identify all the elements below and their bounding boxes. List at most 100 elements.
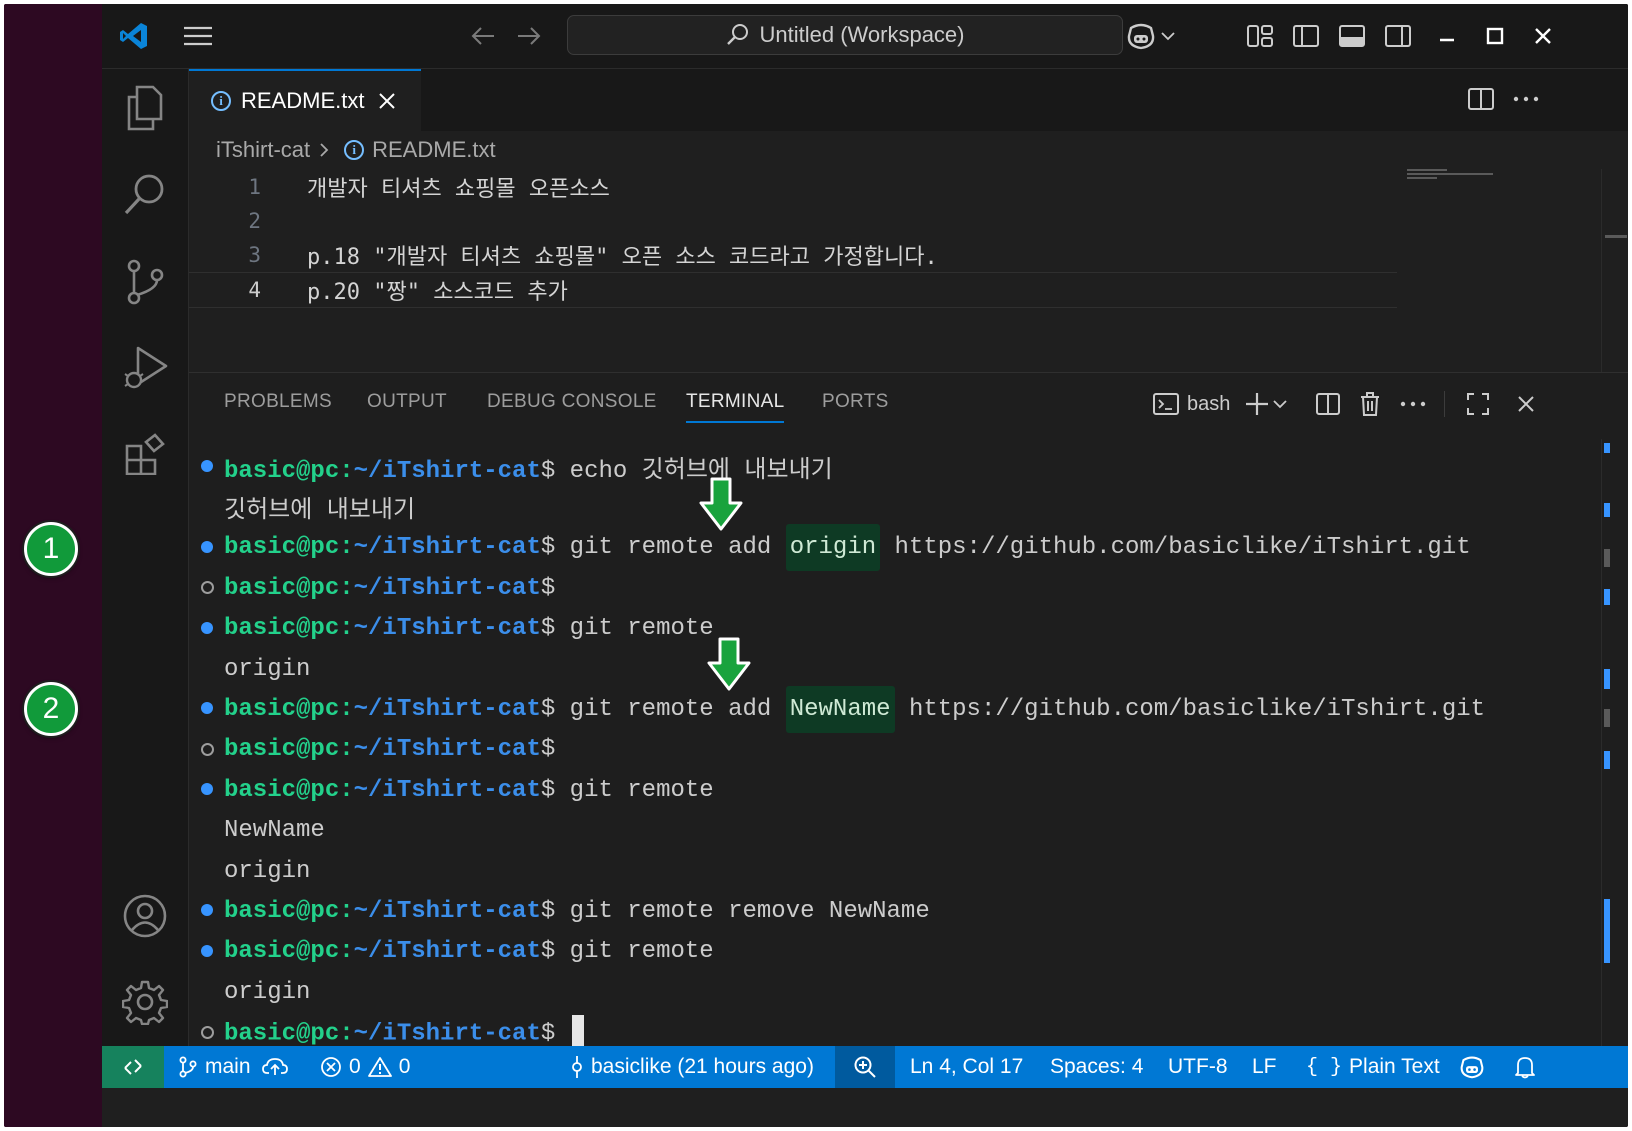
minimap[interactable] bbox=[1407, 169, 1497, 181]
prompt-user: basic@pc bbox=[224, 574, 340, 602]
command-decoration-icon[interactable] bbox=[201, 581, 214, 595]
new-terminal-button[interactable] bbox=[1245, 387, 1287, 421]
prompt-symbol: $ bbox=[540, 1019, 556, 1047]
tab-ports[interactable]: PORTS bbox=[822, 391, 889, 413]
trash-icon[interactable] bbox=[1355, 387, 1385, 421]
indentation[interactable]: Spaces: 4 bbox=[1050, 1046, 1143, 1088]
output-text: 깃허브에 내보내기 bbox=[224, 498, 416, 526]
prompt-user: basic@pc bbox=[224, 776, 340, 804]
terminal-output-line: origin bbox=[189, 851, 1539, 891]
command-decoration-icon[interactable] bbox=[201, 742, 214, 756]
prompt-colon: : bbox=[339, 574, 354, 602]
command-decoration-icon[interactable] bbox=[201, 702, 213, 715]
status-bar: main 0 0 basiclike (21 hours ago) Ln 4, … bbox=[102, 1046, 1628, 1088]
cursor-position[interactable]: Ln 4, Col 17 bbox=[910, 1046, 1023, 1088]
command-decoration-icon[interactable] bbox=[201, 621, 213, 634]
split-terminal-icon[interactable] bbox=[1313, 387, 1343, 421]
prompt-symbol: $ bbox=[540, 695, 556, 723]
prompt-colon: : bbox=[339, 615, 354, 643]
prompt-colon: : bbox=[339, 458, 354, 485]
breadcrumb-file[interactable]: README.txt bbox=[372, 137, 495, 163]
end-of-line[interactable]: LF bbox=[1252, 1046, 1277, 1088]
breadcrumb-folder[interactable]: iTshirt-cat bbox=[216, 137, 310, 163]
run-debug-icon[interactable] bbox=[120, 343, 170, 393]
language-mode[interactable]: { } Plain Text bbox=[1306, 1046, 1440, 1088]
code-line-current: 4 p.20 "짱" 소스코드 추가 bbox=[189, 272, 1397, 308]
tab-readme[interactable]: i README.txt bbox=[189, 69, 421, 131]
vscode-window: Untitled (Workspace) i README.txt iTshir… bbox=[102, 4, 1628, 1127]
annotation-arrow-down-icon bbox=[699, 477, 743, 531]
close-window-icon[interactable] bbox=[1528, 18, 1558, 54]
terminal-text: basic@pc:~/iTshirt-cat$ bbox=[224, 736, 570, 763]
copilot-menu[interactable] bbox=[1120, 18, 1180, 54]
maximize-panel-icon[interactable] bbox=[1463, 387, 1493, 421]
accounts-icon[interactable] bbox=[120, 891, 170, 941]
git-branch-icon bbox=[179, 1056, 197, 1078]
terminal-more-icon[interactable] bbox=[1397, 387, 1429, 421]
command-decoration-icon[interactable] bbox=[201, 1025, 214, 1039]
tab-debug-console[interactable]: DEBUG CONSOLE bbox=[487, 391, 657, 413]
terminal-command-line: basic@pc:~/iTshirt-cat$ bbox=[189, 568, 1539, 608]
terminal-command-line: basic@pc:~/iTshirt-cat$ echo 깃허브에 내보내기 bbox=[189, 447, 1539, 487]
settings-gear-icon[interactable] bbox=[120, 977, 170, 1027]
maximize-icon[interactable] bbox=[1480, 18, 1510, 54]
terminal-output-line: 깃허브에 내보내기 bbox=[189, 487, 1539, 527]
git-commit-icon bbox=[572, 1056, 582, 1078]
terminal-icon bbox=[1153, 393, 1179, 415]
forward-arrow-icon[interactable] bbox=[512, 18, 546, 54]
prompt-symbol: $ bbox=[540, 615, 556, 643]
customize-layout-icon[interactable] bbox=[1244, 18, 1276, 54]
back-arrow-icon[interactable] bbox=[466, 18, 500, 54]
copilot-status[interactable] bbox=[1458, 1046, 1486, 1088]
notifications-bell[interactable] bbox=[1514, 1046, 1536, 1088]
toggle-primary-sidebar-icon[interactable] bbox=[1290, 18, 1322, 54]
error-count: 0 bbox=[349, 1055, 361, 1078]
extensions-icon[interactable] bbox=[120, 429, 170, 479]
menu-icon[interactable] bbox=[180, 18, 216, 54]
zoom-indicator[interactable] bbox=[835, 1046, 895, 1088]
branch-indicator[interactable]: main bbox=[178, 1046, 288, 1088]
code-line: 2 bbox=[248, 209, 261, 233]
terminal-shell-select[interactable]: bash bbox=[1153, 387, 1230, 421]
tab-problems[interactable]: PROBLEMS bbox=[224, 391, 332, 413]
git-blame-indicator[interactable]: basiclike (21 hours ago) bbox=[570, 1046, 814, 1088]
terminal-command-line: basic@pc:~/iTshirt-cat$ git remote remov… bbox=[189, 891, 1539, 931]
toggle-secondary-sidebar-icon[interactable] bbox=[1382, 18, 1414, 54]
prompt-user: basic@pc bbox=[224, 615, 340, 643]
prompt-path: ~/iTshirt-cat bbox=[353, 695, 541, 723]
minimize-icon[interactable] bbox=[1432, 18, 1462, 54]
copilot-icon bbox=[1460, 1056, 1484, 1079]
source-control-icon[interactable] bbox=[120, 257, 170, 307]
prompt-path: ~/iTshirt-cat bbox=[353, 574, 541, 602]
command-center-search[interactable]: Untitled (Workspace) bbox=[567, 15, 1123, 55]
command-text: git remote bbox=[569, 776, 714, 804]
close-panel-icon[interactable] bbox=[1511, 387, 1541, 421]
command-decoration-icon[interactable] bbox=[201, 783, 213, 796]
split-editor-icon[interactable] bbox=[1465, 81, 1497, 117]
prompt-path: ~/iTshirt-cat bbox=[353, 458, 541, 485]
prompt-user: basic@pc bbox=[224, 897, 340, 925]
problems-indicator[interactable]: 0 0 bbox=[320, 1046, 410, 1088]
explorer-icon[interactable] bbox=[120, 83, 170, 133]
command-decoration-icon[interactable] bbox=[201, 904, 213, 917]
terminal-scrollbar[interactable] bbox=[1601, 439, 1628, 1047]
close-tab-icon[interactable] bbox=[378, 92, 396, 110]
tab-output[interactable]: OUTPUT bbox=[367, 391, 447, 413]
tab-terminal[interactable]: TERMINAL bbox=[686, 391, 785, 423]
encoding[interactable]: UTF-8 bbox=[1168, 1046, 1228, 1088]
command-decoration-icon[interactable] bbox=[201, 460, 213, 472]
terminal-output-line: NewName bbox=[189, 811, 1539, 851]
terminal-output[interactable]: basic@pc:~/iTshirt-cat$ echo 깃허브에 내보내기깃허… bbox=[189, 447, 1569, 1051]
prompt-symbol: $ bbox=[540, 938, 556, 966]
toggle-panel-icon[interactable] bbox=[1336, 18, 1368, 54]
search-sidebar-icon[interactable] bbox=[120, 169, 170, 219]
more-actions-icon[interactable] bbox=[1509, 81, 1543, 117]
command-decoration-icon[interactable] bbox=[201, 540, 213, 553]
copilot-icon bbox=[1127, 23, 1155, 50]
command-text: https://github.com/basiclike/iTshirt.git bbox=[880, 534, 1471, 562]
remote-indicator[interactable] bbox=[102, 1046, 164, 1088]
plus-icon bbox=[1246, 393, 1268, 415]
prompt-path: ~/iTshirt-cat bbox=[353, 615, 541, 643]
command-decoration-icon[interactable] bbox=[201, 944, 213, 957]
editor-scrollbar[interactable] bbox=[1601, 169, 1628, 372]
